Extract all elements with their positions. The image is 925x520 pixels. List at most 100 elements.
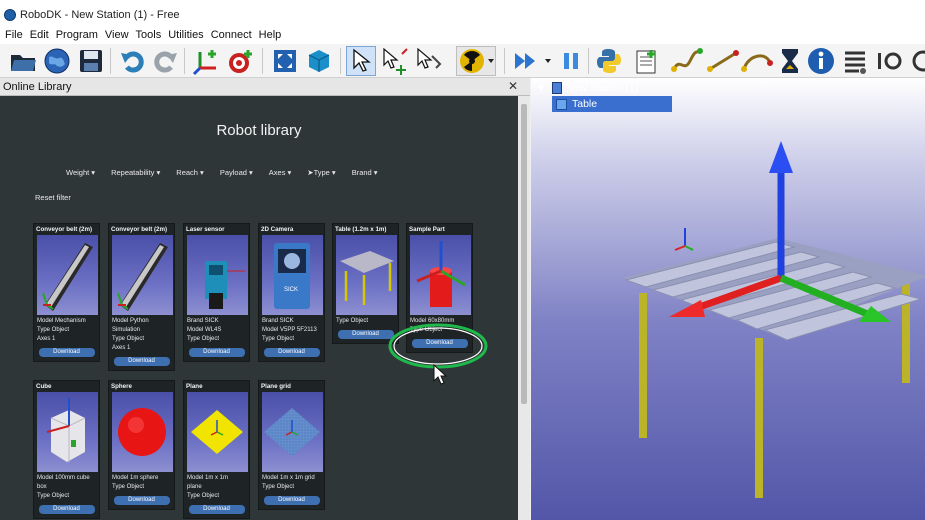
conveyor-thumbnail[interactable] — [112, 235, 173, 315]
window-title: RoboDK - New Station (1) - Free — [20, 9, 180, 21]
card-title: Plane — [186, 383, 203, 390]
close-icon[interactable]: ✕ — [508, 79, 518, 93]
select-cursor-icon[interactable] — [346, 46, 376, 76]
cube-thumbnail[interactable] — [37, 392, 98, 472]
3d-viewport[interactable] — [531, 78, 925, 520]
download-button[interactable]: Download — [38, 505, 95, 514]
pause-instruction-icon[interactable] — [775, 46, 805, 76]
download-button[interactable]: Download — [188, 348, 245, 357]
menu-help[interactable]: Help — [257, 29, 287, 41]
add-target-icon[interactable] — [226, 46, 256, 76]
menu-utilities[interactable]: Utilities — [166, 29, 208, 41]
view-3d-cube-icon[interactable] — [304, 46, 334, 76]
pause-icon[interactable] — [556, 46, 586, 76]
move-reference-icon[interactable] — [380, 46, 410, 76]
card-title: Table (1.2m x 1m) — [335, 226, 387, 233]
download-button[interactable]: Download — [113, 357, 170, 366]
library-panel-title: Online Library — [3, 80, 72, 93]
card-title: Sphere — [111, 383, 132, 390]
tree-item-table[interactable]: Table — [552, 96, 672, 112]
save-icon[interactable] — [76, 46, 106, 76]
move-joint-icon[interactable] — [670, 46, 704, 76]
card-line: Axes 1 — [37, 336, 56, 342]
library-card-2d-camera: 2D Camera SICK Brand SICK Model V5PP 5F2… — [258, 223, 325, 362]
card-title: Conveyor belt (2m) — [36, 226, 93, 233]
undo-icon[interactable] — [118, 46, 148, 76]
station-scene[interactable] — [531, 78, 925, 520]
conveyor-thumbnail[interactable] — [37, 235, 98, 315]
more-tools-icon[interactable] — [905, 46, 925, 76]
menu-view[interactable]: View — [103, 29, 134, 41]
menu-file[interactable]: File — [3, 29, 28, 41]
download-button[interactable]: Download — [263, 496, 320, 505]
filter-weight[interactable]: Weight ▾ — [66, 168, 95, 177]
menu-tools[interactable]: Tools — [134, 29, 167, 41]
filter-type[interactable]: ➤Type ▾ — [307, 168, 335, 177]
download-button[interactable]: Download — [263, 348, 320, 357]
library-heading: Robot library — [216, 122, 302, 139]
menu-edit[interactable]: Edit — [28, 29, 54, 41]
download-button[interactable]: Download — [38, 348, 95, 357]
redo-icon[interactable] — [150, 46, 180, 76]
laser-sensor-thumbnail[interactable] — [187, 235, 248, 315]
scrollbar-thumb[interactable] — [521, 104, 527, 404]
card-title: Cube — [36, 383, 52, 390]
plane-grid-thumbnail[interactable] — [262, 392, 323, 472]
move-circular-icon[interactable] — [740, 46, 774, 76]
io-icon[interactable] — [874, 46, 904, 76]
card-title: 2D Camera — [261, 226, 294, 233]
filter-repeatability[interactable]: Repeatability ▾ — [111, 168, 160, 177]
menu-connect[interactable]: Connect — [209, 29, 257, 41]
library-content: Robot library Weight ▾ Repeatability ▾ R… — [0, 96, 518, 520]
card-line: Type Object — [187, 493, 220, 499]
card-line: Model 1m x 1m grid — [262, 475, 315, 481]
library-card-cube: Cube Model 100mm cube box Type Object Do… — [33, 380, 100, 519]
menu-bar: File Edit Program View Tools Utilities C… — [0, 26, 925, 44]
program-call-icon[interactable] — [840, 46, 870, 76]
filter-axes[interactable]: Axes ▾ — [269, 168, 292, 177]
sample-part-thumbnail[interactable] — [410, 235, 471, 315]
new-program-icon[interactable] — [632, 46, 662, 76]
card-line: Type Object — [37, 327, 70, 333]
move-tool-icon[interactable] — [414, 46, 444, 76]
card-line: Brand SICK — [187, 318, 219, 324]
add-reference-frame-icon[interactable] — [192, 46, 222, 76]
filter-reach[interactable]: Reach ▾ — [176, 168, 204, 177]
download-button[interactable]: Download — [113, 496, 170, 505]
collision-radiation-icon[interactable] — [456, 46, 496, 76]
filter-brand[interactable]: Brand ▾ — [352, 168, 378, 177]
move-linear-icon[interactable] — [706, 46, 740, 76]
card-title: Sample Part — [409, 226, 445, 233]
filter-bar: Weight ▾ Repeatability ▾ Reach ▾ Payload… — [66, 168, 394, 177]
card-title: Plane grid — [261, 383, 291, 390]
info-icon[interactable] — [806, 46, 836, 76]
fit-all-icon[interactable] — [270, 46, 300, 76]
card-line: Type Object — [37, 493, 70, 499]
table-thumbnail[interactable] — [336, 235, 397, 315]
menu-program[interactable]: Program — [54, 29, 103, 41]
globe-icon[interactable] — [42, 46, 72, 76]
card-info: Model 1m sphere Type Object — [109, 473, 174, 493]
library-card-plane-grid: Plane grid Model 1m x 1m grid Type Objec… — [258, 380, 325, 510]
robodk-logo-icon — [4, 9, 16, 21]
open-folder-icon[interactable] — [8, 46, 38, 76]
card-line: Simulation — [112, 327, 141, 333]
library-card-conveyor-python: Conveyor belt (2m) Model Python Simulati… — [108, 223, 175, 371]
plane-thumbnail[interactable] — [187, 392, 248, 472]
tree-item-station[interactable]: ▼ New Station (1) — [536, 82, 672, 94]
filter-payload[interactable]: Payload ▾ — [220, 168, 253, 177]
download-button[interactable]: Download — [188, 505, 245, 514]
library-scrollbar[interactable] — [518, 96, 530, 520]
run-program-icon[interactable] — [510, 46, 554, 76]
card-line: Type Object — [112, 336, 145, 342]
object-icon — [556, 98, 567, 110]
reset-filter-link[interactable]: Reset filter — [35, 193, 71, 202]
chevron-down-icon[interactable]: ▼ — [536, 83, 546, 94]
camera-thumbnail[interactable]: SICK — [262, 235, 323, 315]
station-icon — [551, 82, 562, 94]
python-icon[interactable] — [594, 46, 624, 76]
card-info: Model Mechanism Type Object Axes 1 — [34, 316, 99, 345]
library-card-plane: Plane Model 1m x 1m plane Type Object Do… — [183, 380, 250, 519]
sphere-thumbnail[interactable] — [112, 392, 173, 472]
card-info: Brand SICK Model V5PP 5F2113 Type Object — [259, 316, 324, 345]
